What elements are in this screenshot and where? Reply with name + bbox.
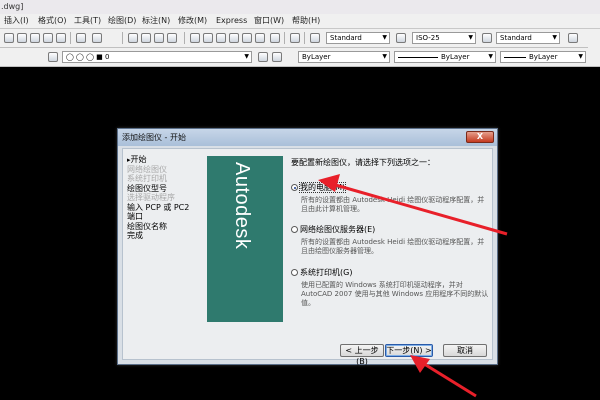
annotation-overlay (318, 174, 508, 398)
annotation-arrow (410, 355, 477, 398)
annotation-arrow (318, 174, 508, 236)
